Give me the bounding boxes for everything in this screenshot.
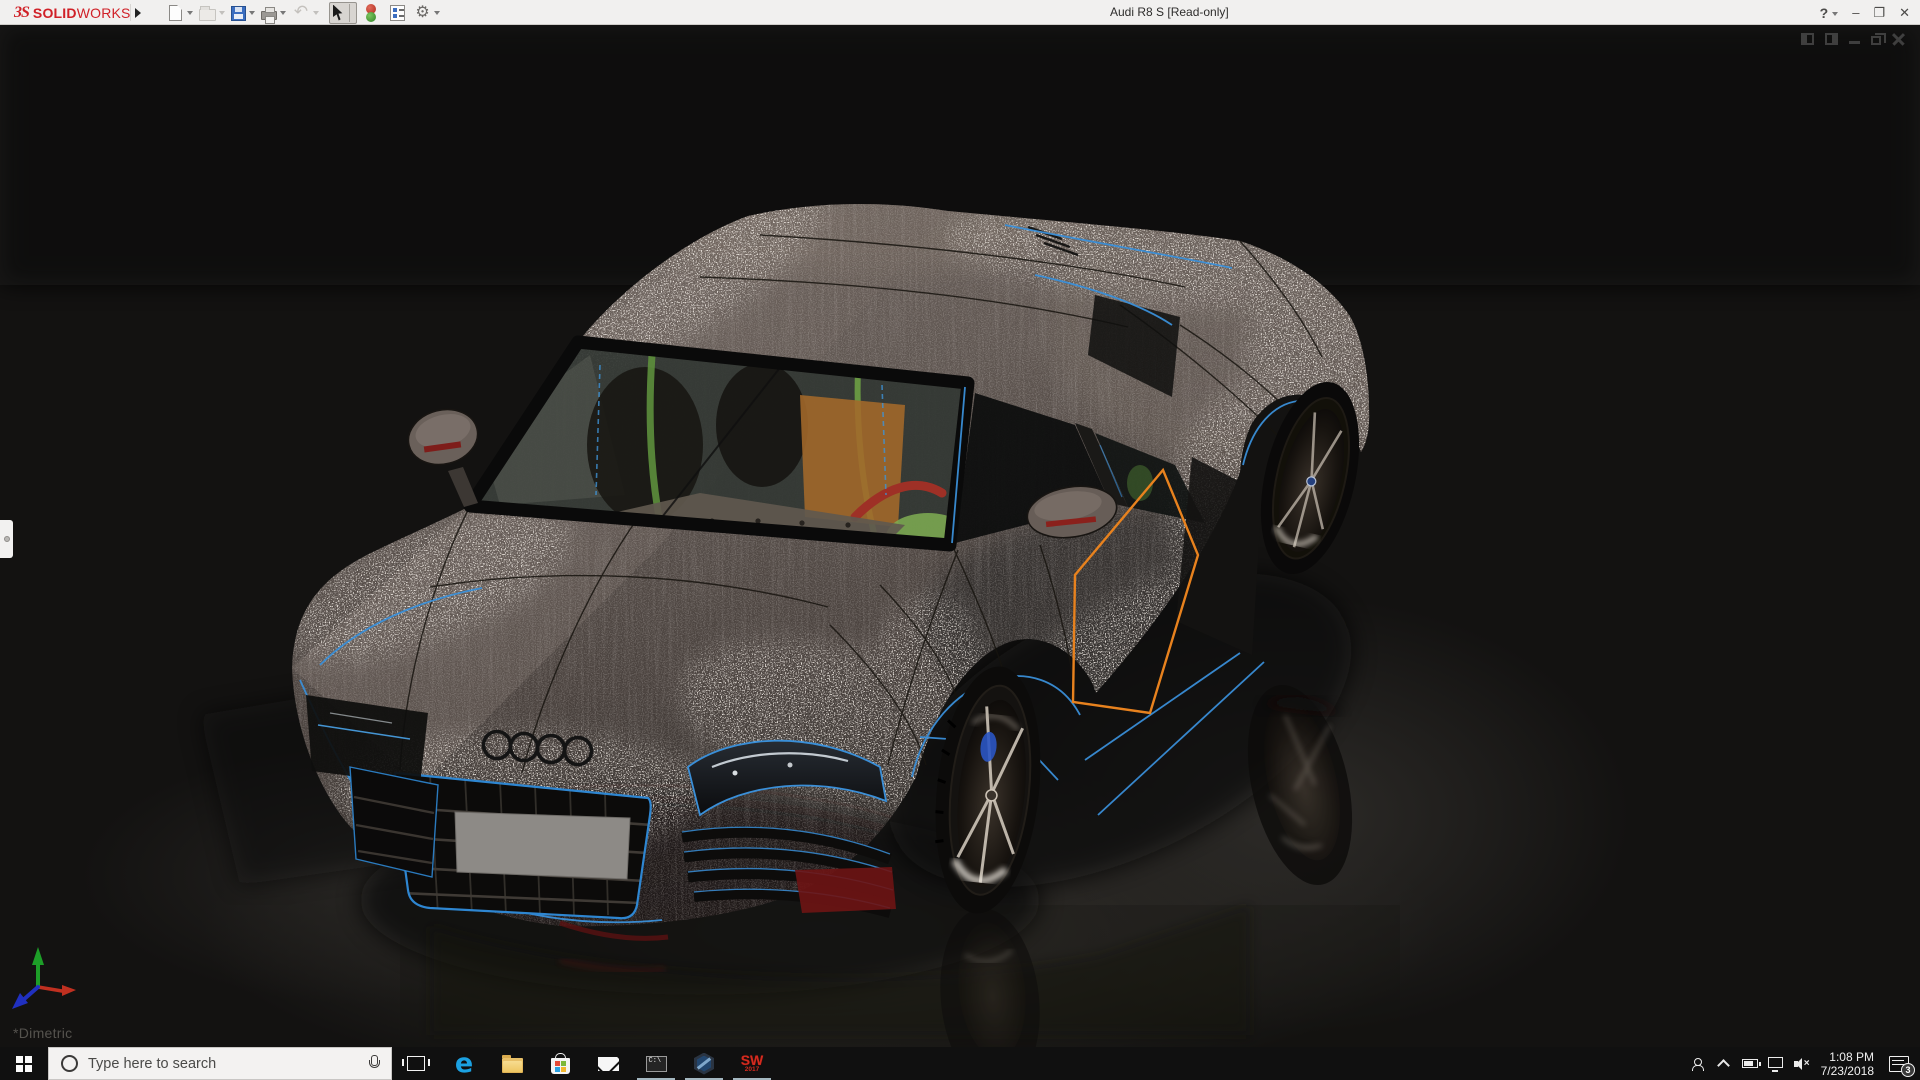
- action-center-icon: 3: [1889, 1056, 1909, 1072]
- network-icon[interactable]: [1763, 1047, 1789, 1080]
- windows-taskbar: e C:\ SW 20: [0, 1047, 1920, 1080]
- volume-muted-icon[interactable]: ×: [1789, 1047, 1815, 1080]
- show-pane-right-icon[interactable]: [1825, 33, 1838, 45]
- desktop: 3S SOLID WORKS ↶ ⚙ Audi R8 S [Read-only]…: [0, 0, 1920, 1080]
- show-pane-left-icon[interactable]: [1801, 33, 1814, 45]
- titlebar: 3S SOLID WORKS ↶ ⚙ Audi R8 S [Read-only]…: [0, 0, 1920, 25]
- license-plate-blank: [455, 812, 630, 879]
- search-input[interactable]: [88, 1056, 368, 1072]
- restore-button[interactable]: ❐: [1873, 5, 1885, 21]
- action-center-button[interactable]: 3: [1882, 1047, 1916, 1080]
- command-prompt-icon: C:\: [646, 1056, 667, 1072]
- microphone-icon[interactable]: [368, 1055, 379, 1072]
- save-floppy-icon: [231, 6, 246, 21]
- options-button[interactable]: ⚙: [412, 2, 442, 24]
- window-title: Audi R8 S [Read-only]: [1110, 5, 1229, 19]
- taskbar-item-solidworks[interactable]: SW 2017: [728, 1047, 776, 1080]
- new-document-button[interactable]: [165, 2, 195, 24]
- dropdown-arrow-icon[interactable]: [1832, 12, 1838, 16]
- taskbar-app-icons: e C:\ SW 20: [392, 1047, 776, 1080]
- taskbar-clock[interactable]: 1:08 PM 7/23/2018: [1815, 1050, 1882, 1078]
- people-tray-icon[interactable]: [1685, 1047, 1711, 1080]
- taskbar-search[interactable]: [48, 1047, 392, 1080]
- tray-time: 1:08 PM: [1821, 1050, 1874, 1064]
- solidworks-logo: 3S SOLID WORKS: [14, 2, 131, 23]
- taskbar-item-file-explorer[interactable]: [488, 1047, 536, 1080]
- dropdown-arrow-icon[interactable]: [434, 11, 440, 15]
- panel-tab-handle-icon: [4, 536, 10, 542]
- battery-icon[interactable]: [1737, 1047, 1763, 1080]
- dropdown-arrow-icon[interactable]: [280, 11, 286, 15]
- document-restore-button[interactable]: [1871, 36, 1881, 45]
- graphics-area[interactable]: *Dimetric: [0, 25, 1920, 1047]
- solidworks-2017-icon: SW 2017: [741, 1056, 764, 1074]
- dropdown-arrow-icon[interactable]: [187, 11, 193, 15]
- select-cursor-icon: [333, 5, 346, 21]
- open-button[interactable]: [197, 2, 227, 24]
- mail-icon: [598, 1057, 619, 1071]
- cortana-circle-icon: [61, 1055, 78, 1072]
- flyout-arrow-icon: [135, 8, 141, 18]
- new-document-icon: [169, 5, 182, 21]
- divider: [349, 4, 350, 22]
- taskbar-item-mail[interactable]: [584, 1047, 632, 1080]
- feature-panel-collapsed-tab[interactable]: [0, 520, 13, 558]
- notification-badge: 3: [1901, 1063, 1915, 1077]
- window-controls: ? – ❐ ✕: [1820, 0, 1910, 25]
- help-button[interactable]: ?: [1820, 5, 1839, 21]
- task-view-button[interactable]: [392, 1047, 440, 1080]
- quick-access-toolbar: ↶ ⚙: [165, 0, 442, 25]
- edge-icon: e: [455, 1052, 473, 1076]
- file-explorer-icon: [502, 1058, 523, 1073]
- save-button[interactable]: [229, 2, 257, 24]
- system-tray: × 1:08 PM 7/23/2018 3: [1685, 1047, 1916, 1080]
- file-properties-icon: [390, 5, 405, 21]
- menu-flyout-button[interactable]: [130, 4, 144, 21]
- ds-logo-icon: 3S: [14, 4, 29, 22]
- file-properties-button[interactable]: [385, 2, 410, 24]
- interior-orange-panel: [800, 395, 905, 527]
- taskbar-item-edrawings[interactable]: [680, 1047, 728, 1080]
- rebuild-trafficlight-icon: [365, 4, 377, 21]
- document-close-button[interactable]: [1892, 33, 1905, 45]
- view-orientation-label: *Dimetric: [13, 1025, 72, 1041]
- dropdown-arrow-icon: [313, 11, 319, 15]
- close-button[interactable]: ✕: [1899, 5, 1910, 21]
- red-lip-accent: [795, 867, 896, 913]
- printer-icon: [261, 11, 277, 20]
- taskbar-item-store[interactable]: [536, 1047, 584, 1080]
- start-button[interactable]: [0, 1047, 48, 1080]
- edrawings-hexagon-icon: [694, 1053, 714, 1075]
- windows-logo-icon: [16, 1056, 32, 1072]
- 3d-scene[interactable]: [0, 25, 1920, 1047]
- taskbar-item-command-prompt[interactable]: C:\: [632, 1047, 680, 1080]
- print-button[interactable]: [259, 2, 288, 24]
- tray-date: 7/23/2018: [1821, 1064, 1874, 1078]
- left-air-intake: [350, 767, 438, 877]
- taskbar-item-edge[interactable]: e: [440, 1047, 488, 1080]
- show-hidden-icons-chevron[interactable]: [1711, 1047, 1737, 1080]
- select-tool-button[interactable]: [329, 2, 357, 24]
- dropdown-arrow-icon[interactable]: [249, 11, 255, 15]
- undo-arrow-icon: ↶: [292, 4, 310, 21]
- document-window-controls: [1801, 33, 1905, 45]
- document-minimize-button[interactable]: [1849, 34, 1860, 44]
- open-folder-icon: [199, 9, 216, 21]
- dropdown-arrow-icon: [219, 11, 225, 15]
- task-view-icon: [407, 1056, 425, 1071]
- rebuild-button[interactable]: [359, 2, 383, 24]
- minimize-button[interactable]: –: [1852, 5, 1859, 20]
- gear-icon: ⚙: [414, 4, 431, 21]
- store-icon: [551, 1058, 570, 1074]
- undo-button[interactable]: ↶: [290, 2, 321, 24]
